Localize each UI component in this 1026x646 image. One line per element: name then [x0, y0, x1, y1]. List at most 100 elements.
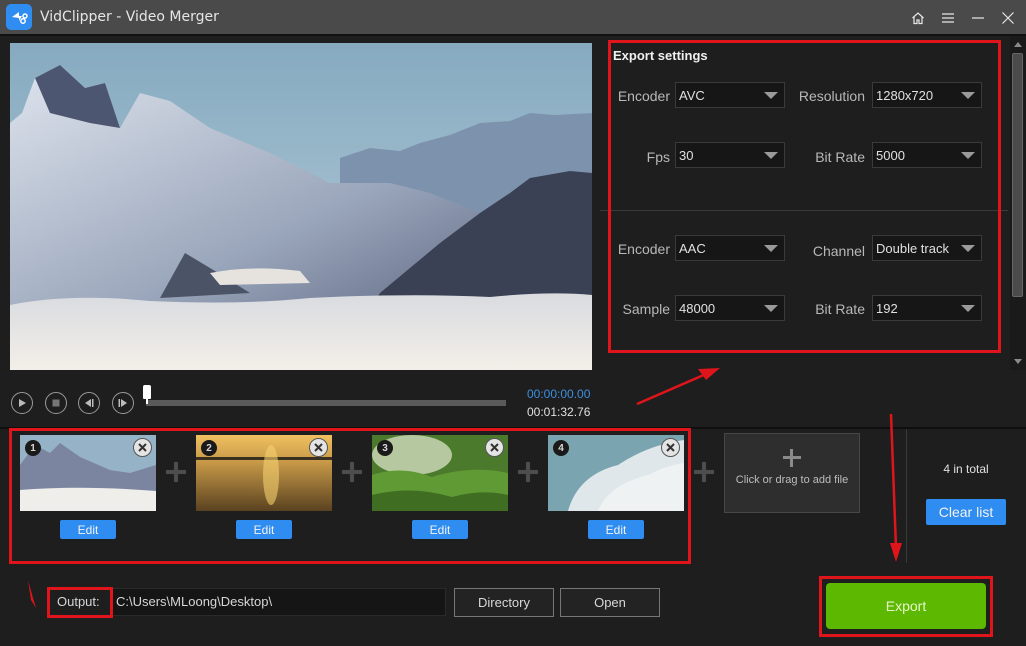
chevron-down-icon [961, 152, 975, 159]
play-icon [19, 399, 26, 407]
current-time: 00:00:00.00 [527, 387, 591, 401]
previous-frame-icon [85, 399, 94, 407]
preview-frame-image [10, 43, 592, 370]
plus-icon [518, 462, 538, 482]
chevron-down-icon [764, 152, 778, 159]
remove-clip-button[interactable] [485, 438, 504, 457]
audio-bit-rate-select[interactable]: 192 [872, 295, 982, 321]
video-bit-rate-select[interactable]: 5000 [872, 142, 982, 168]
edit-clip-button[interactable]: Edit [236, 520, 292, 539]
close-button[interactable] [1000, 10, 1016, 26]
home-icon [912, 12, 924, 25]
remove-clip-button[interactable] [309, 438, 328, 457]
playhead-stem [146, 398, 148, 404]
close-icon [138, 443, 147, 452]
video-encoder-select[interactable]: AVC [675, 82, 785, 108]
chevron-down-icon [764, 245, 778, 252]
add-icon [783, 449, 801, 467]
chevron-down-icon [961, 305, 975, 312]
directory-button[interactable]: Directory [454, 588, 554, 617]
fps-label: Fps [646, 149, 670, 165]
add-file-button[interactable]: Click or drag to add file [724, 433, 860, 513]
sample-value: 48000 [679, 300, 716, 316]
edit-clip-button[interactable]: Edit [412, 520, 468, 539]
close-icon [490, 443, 499, 452]
app-logo-icon [6, 4, 32, 30]
video-encoder-label: Encoder [617, 88, 670, 104]
section-divider [0, 427, 1026, 429]
clip-thumbnail[interactable]: 3 [372, 435, 508, 511]
video-preview[interactable] [10, 43, 592, 370]
remove-clip-button[interactable] [133, 438, 152, 457]
channel-label: Channel [812, 243, 865, 259]
settings-scrollbar[interactable] [1010, 36, 1026, 370]
plus-icon [342, 462, 362, 482]
resolution-select[interactable]: 1280x720 [872, 82, 982, 108]
clip-thumbnail[interactable]: 1 [20, 435, 156, 511]
minimize-icon [972, 17, 984, 19]
clip-thumbnail[interactable]: 4 [548, 435, 684, 511]
audio-bit-rate-label: Bit Rate [815, 301, 865, 317]
total-time: 00:01:32.76 [527, 405, 591, 419]
playhead-handle[interactable] [143, 385, 151, 399]
channel-select[interactable]: Double track [872, 235, 982, 261]
arrow-icon [889, 413, 902, 562]
previous-frame-button[interactable] [78, 392, 100, 414]
window-title: VidClipper - Video Merger [40, 9, 219, 25]
audio-encoder-select[interactable]: AAC [675, 235, 785, 261]
vertical-divider [906, 429, 907, 563]
audio-bit-rate-value: 192 [876, 300, 898, 316]
chevron-down-icon [961, 92, 975, 99]
timeline-track[interactable] [146, 400, 506, 406]
arrow-icon [28, 580, 36, 608]
scroll-up-icon[interactable] [1014, 42, 1022, 47]
sample-select[interactable]: 48000 [675, 295, 785, 321]
plus-icon [166, 462, 186, 482]
clip-total-count: 4 in total [943, 462, 989, 476]
add-file-label: Click or drag to add file [735, 474, 849, 486]
minimize-button[interactable] [970, 10, 986, 26]
chevron-down-icon [764, 305, 778, 312]
close-icon [314, 443, 323, 452]
menu-button[interactable] [940, 10, 956, 26]
export-settings-title: Export settings [613, 48, 708, 63]
video-bit-rate-value: 5000 [876, 147, 905, 163]
scroll-down-icon[interactable] [1014, 359, 1022, 364]
stop-button[interactable] [45, 392, 67, 414]
export-button[interactable]: Export [826, 583, 986, 629]
window-controls [910, 0, 1016, 36]
chevron-down-icon [764, 92, 778, 99]
scrollbar-thumb[interactable] [1012, 53, 1023, 297]
video-encoder-value: AVC [679, 87, 705, 103]
output-path-field[interactable]: C:\Users\MLoong\Desktop\ [112, 588, 446, 616]
sample-label: Sample [622, 301, 670, 317]
fps-select[interactable]: 30 [675, 142, 785, 168]
clear-list-button[interactable]: Clear list [926, 499, 1006, 525]
export-settings-panel: Export settings Encoder AVC Resolution 1… [600, 36, 1010, 370]
video-bit-rate-label: Bit Rate [815, 149, 865, 165]
audio-encoder-value: AAC [679, 240, 706, 256]
remove-clip-button[interactable] [661, 438, 680, 457]
play-button[interactable] [11, 392, 33, 414]
resolution-value: 1280x720 [876, 87, 934, 103]
app-window: VidClipper - Video Merger Export setting… [0, 0, 1026, 646]
menu-icon [942, 13, 954, 23]
edit-clip-button[interactable]: Edit [60, 520, 116, 539]
clip-number-badge: 3 [377, 440, 393, 456]
clip-number-badge: 4 [553, 440, 569, 456]
next-frame-icon [118, 399, 127, 407]
output-label: Output: [57, 594, 100, 609]
home-button[interactable] [910, 10, 926, 26]
fps-value: 30 [679, 147, 694, 163]
clip-number-badge: 1 [25, 440, 41, 456]
next-frame-button[interactable] [112, 392, 134, 414]
title-bar: VidClipper - Video Merger [0, 0, 1026, 36]
close-icon [1002, 12, 1014, 24]
open-button[interactable]: Open [560, 588, 660, 617]
edit-clip-button[interactable]: Edit [588, 520, 644, 539]
plus-icon [694, 462, 714, 482]
chevron-down-icon [961, 245, 975, 252]
close-icon [666, 443, 675, 452]
channel-value: Double track [876, 240, 949, 256]
clip-thumbnail[interactable]: 2 [196, 435, 332, 511]
